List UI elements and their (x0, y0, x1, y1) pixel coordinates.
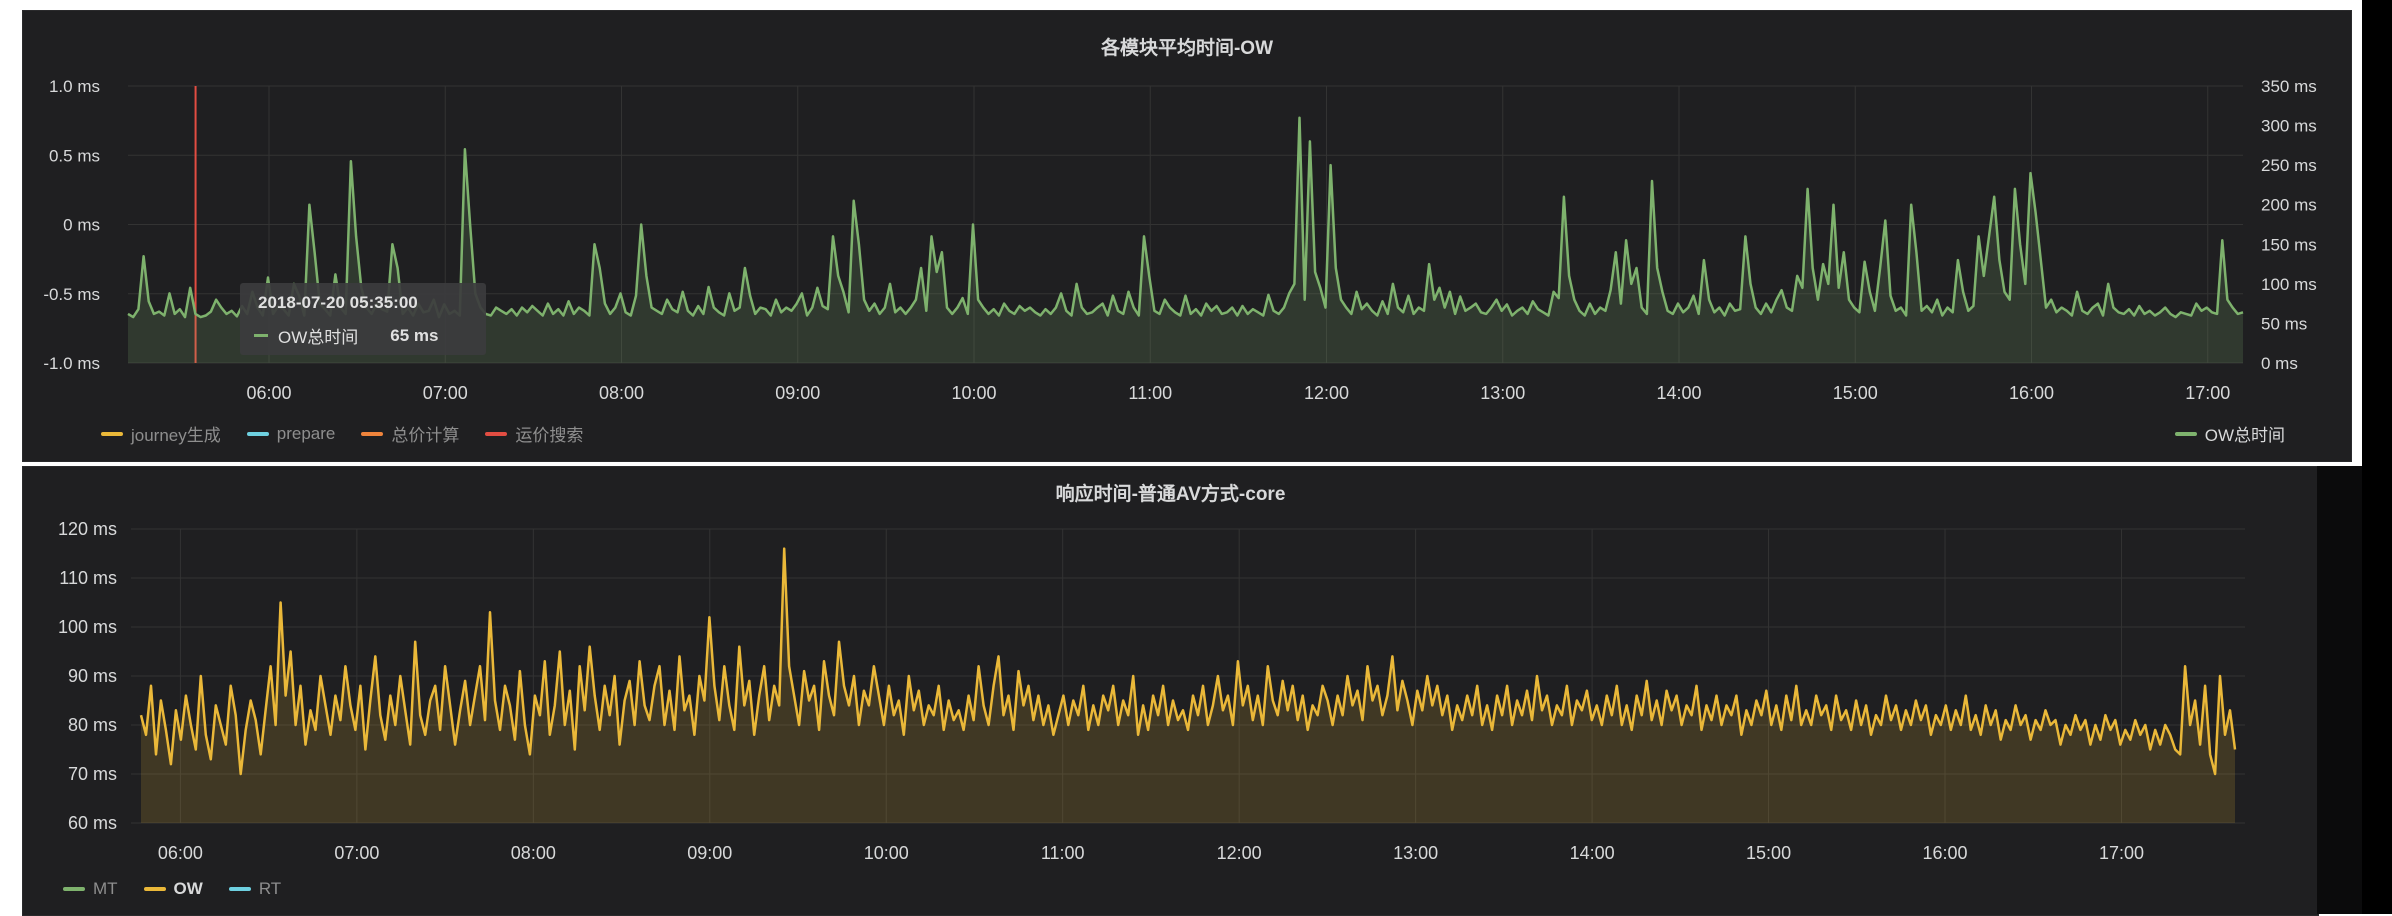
x-tick-label: 17:00 (2185, 383, 2230, 403)
y-right-tick-label: 250 ms (2261, 156, 2317, 175)
y-right-tick-label: 50 ms (2261, 314, 2307, 333)
panel-response-time[interactable]: 响应时间-普通AV方式-core 120 ms 110 ms 100 ms 90 ms… (22, 466, 2319, 916)
series-area-ow (141, 548, 2235, 823)
x-tick-label: 08:00 (599, 383, 644, 403)
legend: MT OW RT (63, 879, 281, 899)
x-tick-label: 12:00 (1217, 843, 1262, 863)
chart-module-avg-time: 1.0 ms 0.5 ms 0 ms -0.5 ms -1.0 ms 350 ms 300 … (43, 77, 2317, 403)
y-left-tick-label: 0 ms (63, 216, 100, 235)
y-left-tick-label: 1.0 ms (49, 77, 100, 96)
legend-right: OW总时间 (2174, 421, 2285, 446)
y-right-tick-label: 350 ms (2261, 77, 2317, 96)
y-tick-label: 120 ms (58, 519, 117, 539)
x-tick-label: 07:00 (334, 843, 379, 863)
y-left-tick-label: -1.0 ms (43, 354, 100, 373)
legend-item-mt[interactable]: MT (63, 879, 118, 899)
panel-module-avg-time[interactable]: 各模块平均时间-OW 1.0 ms 0.5 ms 0 ms -0.5 ms -1.0 m… (22, 10, 2352, 462)
y-tick-label: 110 ms (59, 568, 117, 588)
x-tick-label: 13:00 (1480, 383, 1525, 403)
tooltip-row: OW总时间 65 ms (254, 323, 438, 348)
x-tick-label: 12:00 (1304, 383, 1349, 403)
legend-item-rt[interactable]: RT (228, 879, 281, 899)
legend-left: journey生成 prepare 总价计算 运价搜索 (101, 421, 583, 446)
right-edge-strip (2362, 0, 2392, 914)
y-right-tick-label: 300 ms (2261, 117, 2317, 136)
chart-response-time: 120 ms 110 ms 100 ms 90 ms 80 ms 70 ms 60 ms 06… (58, 519, 2245, 863)
x-tick-label: 17:00 (2099, 843, 2144, 863)
y-right-tick-label: 100 ms (2261, 275, 2317, 294)
legend-item-ow-total[interactable]: OW总时间 (2174, 421, 2285, 446)
y-left-tick-label: 0.5 ms (49, 146, 100, 165)
tooltip-series-name: OW总时间 (278, 328, 359, 347)
x-tick-label: 11:00 (1041, 843, 1085, 863)
legend-item-journey[interactable]: journey生成 (101, 421, 221, 446)
x-tick-label: 16:00 (2009, 383, 2054, 403)
x-tick-label: 07:00 (423, 383, 468, 403)
y-right-tick-label: 200 ms (2261, 196, 2317, 215)
x-tick-label: 11:00 (1128, 383, 1172, 403)
x-tick-label: 14:00 (1570, 843, 1615, 863)
x-tick-label: 15:00 (1746, 843, 1791, 863)
x-tick-label: 10:00 (951, 383, 996, 403)
legend-item-ow[interactable]: OW (143, 879, 203, 899)
x-tick-label: 15:00 (1833, 383, 1878, 403)
y-tick-label: 80 ms (68, 715, 117, 735)
x-tick-label: 14:00 (1656, 383, 1701, 403)
tooltip-series-swatch (254, 334, 268, 337)
y-right-tick-label: 150 ms (2261, 235, 2317, 254)
legend-item-total-price[interactable]: 总价计算 (361, 421, 459, 446)
x-tick-label: 09:00 (687, 843, 732, 863)
tooltip-time: 2018-07-20 05:35:00 (258, 293, 418, 312)
y-tick-label: 90 ms (68, 666, 117, 686)
x-tick-label: 09:00 (775, 383, 820, 403)
y-tick-label: 100 ms (58, 617, 117, 637)
legend-item-fare-search[interactable]: 运价搜索 (485, 421, 583, 446)
hover-tooltip: 2018-07-20 05:35:00 OW总时间 65 ms (240, 283, 486, 355)
y-tick-label: 60 ms (68, 813, 117, 833)
y-left-tick-label: -0.5 ms (43, 285, 100, 304)
y-right-tick-label: 0 ms (2261, 354, 2298, 373)
x-tick-label: 10:00 (864, 843, 909, 863)
x-tick-label: 06:00 (158, 843, 203, 863)
x-tick-label: 16:00 (1922, 843, 1967, 863)
legend-item-prepare[interactable]: prepare (246, 421, 335, 446)
y-tick-label: 70 ms (68, 764, 117, 784)
tooltip-value: 65 ms (390, 325, 439, 345)
x-tick-label: 13:00 (1393, 843, 1438, 863)
x-tick-label: 08:00 (511, 843, 556, 863)
x-tick-label: 06:00 (246, 383, 291, 403)
